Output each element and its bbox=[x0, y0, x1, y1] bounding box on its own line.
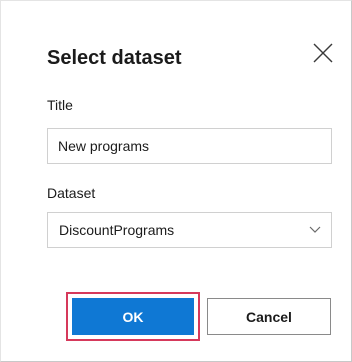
close-icon[interactable] bbox=[312, 42, 334, 64]
title-input[interactable] bbox=[47, 128, 332, 164]
ok-button[interactable]: OK bbox=[72, 298, 194, 335]
chevron-down-icon bbox=[309, 226, 321, 234]
dataset-label: Dataset bbox=[47, 185, 96, 201]
select-dataset-dialog: Select dataset Title Dataset DiscountPro… bbox=[0, 0, 352, 362]
title-label: Title bbox=[47, 97, 73, 113]
dataset-select[interactable]: DiscountPrograms bbox=[47, 212, 332, 248]
dataset-selected-value: DiscountPrograms bbox=[59, 222, 175, 238]
dialog-title: Select dataset bbox=[47, 47, 182, 69]
cancel-button[interactable]: Cancel bbox=[207, 298, 331, 335]
